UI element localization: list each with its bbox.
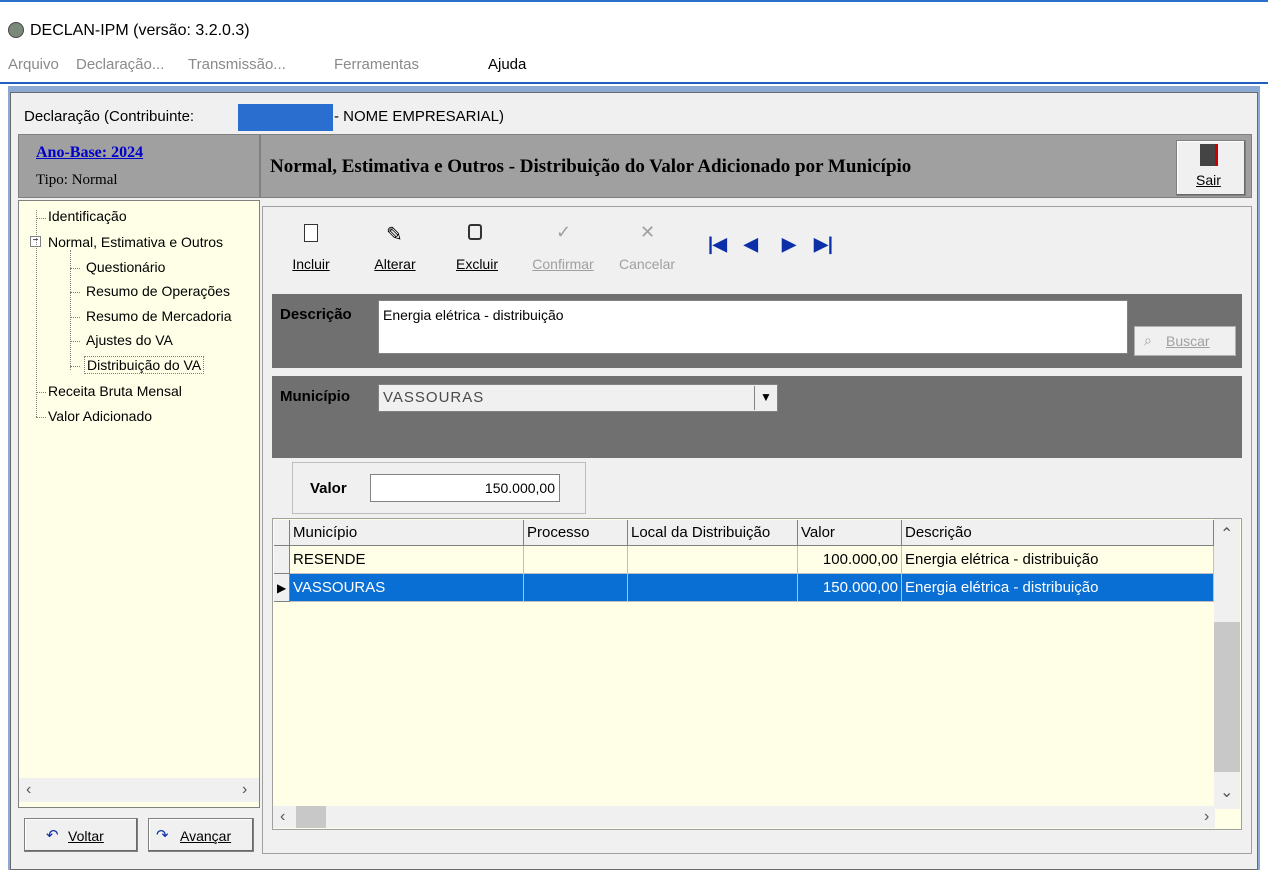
new-document-icon	[304, 224, 318, 242]
excluir-button[interactable]: Excluir	[442, 222, 512, 280]
previous-record-icon[interactable]: ◀	[744, 234, 758, 255]
column-header-processo[interactable]: Processo	[524, 520, 628, 546]
table-cell-descricao[interactable]: Energia elétrica - distribuição	[902, 574, 1214, 602]
tree-connector	[70, 292, 80, 293]
table-cell-municipio[interactable]: VASSOURAS	[290, 574, 524, 602]
menu-arquivo[interactable]: Arquivo	[8, 56, 59, 73]
table-cell-processo[interactable]	[524, 546, 628, 574]
declaracao-suffix: - NOME EMPRESARIAL)	[334, 108, 505, 125]
page-title: Normal, Estimativa e Outros - Distribuiç…	[270, 156, 912, 177]
tree-item-valor-adicionado[interactable]: Valor Adicionado	[48, 408, 152, 424]
row-indicator[interactable]	[274, 546, 290, 574]
grid-corner	[274, 520, 290, 546]
ano-base-link[interactable]: Ano-Base: 2024	[36, 144, 143, 162]
next-record-icon[interactable]: ▶	[782, 234, 796, 255]
table-cell-valor[interactable]: 100.000,00	[798, 546, 902, 574]
first-record-icon[interactable]: |◀	[708, 234, 727, 255]
tree-item-questionario[interactable]: Questionário	[86, 259, 165, 275]
tree-connector	[70, 366, 80, 367]
tree-item-ajustes-va[interactable]: Ajustes do VA	[86, 332, 173, 348]
checkmark-icon: ✓	[556, 222, 572, 242]
confirmar-button[interactable]: ✓ Confirmar	[528, 222, 598, 280]
chevron-up-icon[interactable]: ⌃	[1220, 524, 1233, 544]
municipio-select[interactable]: VASSOURAS	[378, 384, 778, 412]
column-header-municipio[interactable]: Município	[290, 520, 524, 546]
sair-label: Sair	[1196, 172, 1221, 188]
pencil-icon: ✎	[386, 224, 403, 246]
table-cell-valor[interactable]: 150.000,00	[798, 574, 902, 602]
trash-icon	[468, 224, 482, 240]
tree-item-receita-bruta[interactable]: Receita Bruta Mensal	[48, 383, 182, 399]
voltar-label: Voltar	[68, 828, 104, 844]
app-icon	[8, 22, 24, 38]
table-cell-municipio[interactable]: RESENDE	[290, 546, 524, 574]
current-row-arrow-icon: ▶	[277, 581, 287, 595]
incluir-label: Incluir	[292, 256, 330, 272]
menu-ajuda[interactable]: Ajuda	[488, 56, 526, 73]
table-cell-processo[interactable]	[524, 574, 628, 602]
vertical-scroll-thumb[interactable]	[1214, 622, 1240, 772]
table-cell-local[interactable]	[628, 546, 798, 574]
chevron-down-icon: ▼	[760, 390, 772, 404]
valor-label: Valor	[310, 480, 347, 497]
tree-horizontal-scrollbar[interactable]	[19, 778, 259, 802]
scroll-right-icon[interactable]: ›	[1204, 808, 1209, 826]
table-cell-descricao[interactable]: Energia elétrica - distribuição	[902, 546, 1214, 574]
excluir-label: Excluir	[455, 256, 498, 272]
tree-connector	[70, 317, 80, 318]
undo-arrow-icon: ↶	[46, 827, 59, 844]
tree-connector	[36, 210, 37, 417]
cross-icon: ✕	[640, 222, 656, 242]
tipo-label: Tipo: Normal	[36, 172, 118, 188]
descricao-label: Descrição	[280, 306, 352, 323]
redo-arrow-icon: ↷	[156, 827, 169, 844]
alterar-label: Alterar	[374, 256, 416, 272]
tree-connector	[70, 341, 80, 342]
scroll-right-icon[interactable]: ›	[242, 781, 247, 799]
cancelar-label: Cancelar	[618, 256, 676, 272]
scroll-left-icon[interactable]: ‹	[26, 781, 31, 799]
menu-transmissao[interactable]: Transmissão...	[188, 56, 286, 73]
tree-connector	[36, 392, 46, 393]
tree-item-normal[interactable]: Normal, Estimativa e Outros	[48, 234, 223, 250]
chevron-down-icon[interactable]: ⌄	[1220, 782, 1233, 802]
tree-item-resumo-operacoes[interactable]: Resumo de Operações	[86, 283, 230, 299]
column-header-descricao[interactable]: Descrição	[902, 520, 1214, 546]
last-record-icon[interactable]: ▶|	[814, 234, 833, 255]
tree-connector	[36, 218, 46, 219]
tree-connector	[70, 268, 80, 269]
declaracao-prefix: Declaração (Contribuinte:	[24, 108, 195, 125]
alterar-button[interactable]: ✎ Alterar	[360, 222, 430, 280]
municipio-label: Município	[280, 388, 350, 405]
table-cell-local[interactable]	[628, 574, 798, 602]
avancar-label: Avançar	[180, 828, 232, 844]
valor-field[interactable]: 150.000,00	[370, 474, 560, 502]
tree-connector	[36, 417, 46, 418]
redacted-cnpj	[238, 104, 333, 131]
binoculars-icon: ⌕	[1144, 332, 1152, 348]
cancelar-button[interactable]: ✕ Cancelar	[612, 222, 682, 280]
buscar-label: Buscar	[1166, 333, 1210, 349]
descricao-field[interactable]: Energia elétrica - distribuição	[378, 300, 1128, 354]
tree-item-identificacao[interactable]: Identificação	[48, 208, 127, 224]
tree-item-distribuicao-va[interactable]: Distribuição do VA	[84, 356, 205, 374]
column-header-local[interactable]: Local da Distribuição	[628, 520, 798, 546]
grid-horizontal-scrollbar[interactable]	[273, 806, 1215, 828]
tree-item-resumo-mercadoria[interactable]: Resumo de Mercadoria	[86, 308, 232, 324]
incluir-button[interactable]: Incluir	[276, 222, 346, 280]
column-header-valor[interactable]: Valor	[798, 520, 902, 546]
horizontal-scroll-thumb[interactable]	[296, 806, 326, 828]
scroll-left-icon[interactable]: ‹	[280, 808, 285, 826]
window-title: DECLAN-IPM (versão: 3.2.0.3)	[30, 22, 250, 39]
confirmar-label: Confirmar	[532, 256, 594, 272]
menu-declaracao[interactable]: Declaração...	[76, 56, 164, 73]
exit-door-icon	[1200, 144, 1218, 166]
menu-ferramentas[interactable]: Ferramentas	[334, 56, 419, 73]
